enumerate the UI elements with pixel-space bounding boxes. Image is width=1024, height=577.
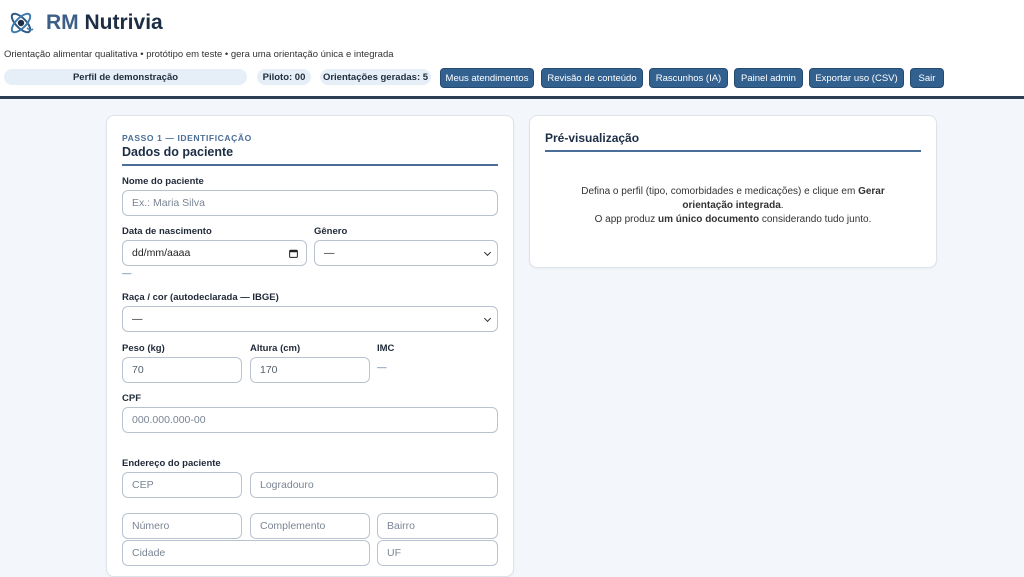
cpf-input[interactable]: 000.000.000-00 bbox=[122, 407, 498, 433]
height-input[interactable]: 170 bbox=[250, 357, 370, 383]
birth-date-label: Data de nascimento bbox=[122, 226, 212, 237]
preview-text-2: . bbox=[780, 200, 784, 211]
logout-button[interactable]: Sair bbox=[910, 68, 944, 88]
patient-form-card: PASSO 1 — IDENTIFICAÇÃO Dados do pacient… bbox=[106, 115, 514, 577]
brand-prefix: RM bbox=[46, 11, 79, 34]
chevron-down-icon bbox=[483, 314, 492, 323]
export-csv-button[interactable]: Exportar uso (CSV) bbox=[809, 68, 904, 88]
birth-date-value: dd/mm/aaaa bbox=[132, 247, 191, 259]
app-title: RM Nutrivia bbox=[46, 11, 163, 35]
patient-name-input[interactable]: Ex.: Maria Silva bbox=[122, 190, 498, 216]
calendar-icon[interactable] bbox=[289, 249, 298, 258]
generated-count-chip: Orientações geradas: 5 bbox=[320, 69, 431, 85]
gender-label: Gênero bbox=[314, 226, 348, 237]
number-input[interactable]: Número bbox=[122, 513, 242, 539]
atom-logo-icon bbox=[10, 12, 34, 34]
preview-text-3: O app produz bbox=[594, 214, 658, 225]
content-review-button[interactable]: Revisão de conteúdo bbox=[541, 68, 643, 88]
preview-text-4: considerando tudo junto. bbox=[759, 214, 872, 225]
race-value: — bbox=[132, 313, 143, 325]
gender-value: — bbox=[324, 247, 335, 259]
section-divider bbox=[122, 164, 498, 166]
preview-divider bbox=[545, 150, 921, 152]
preview-message: Defina o perfil (tipo, comorbidades e me… bbox=[560, 185, 906, 227]
brand: RM Nutrivia bbox=[6, 8, 163, 38]
preview-title: Pré-visualização bbox=[545, 131, 640, 145]
address-label: Endereço do paciente bbox=[122, 458, 221, 469]
district-input[interactable]: Bairro bbox=[377, 513, 498, 539]
bmi-label: IMC bbox=[377, 343, 395, 354]
brand-name: Nutrivia bbox=[84, 11, 163, 34]
my-attendances-button[interactable]: Meus atendimentos bbox=[440, 68, 534, 88]
name-label: Nome do paciente bbox=[122, 176, 204, 187]
preview-card: Pré-visualização Defina o perfil (tipo, … bbox=[529, 115, 937, 268]
gender-select[interactable]: — bbox=[314, 240, 498, 266]
pilot-chip: Piloto: 00 bbox=[257, 69, 311, 85]
height-label: Altura (cm) bbox=[250, 343, 301, 354]
step-label: PASSO 1 — IDENTIFICAÇÃO bbox=[122, 133, 252, 143]
drafts-ai-button[interactable]: Rascunhos (IA) bbox=[649, 68, 728, 88]
race-label: Raça / cor (autodeclarada — IBGE) bbox=[122, 292, 279, 303]
street-input[interactable]: Logradouro bbox=[250, 472, 498, 498]
section-title: Dados do paciente bbox=[122, 145, 234, 159]
profile-badge: Perfil de demonstração bbox=[4, 69, 247, 85]
city-input[interactable]: Cidade bbox=[122, 540, 370, 566]
state-input[interactable]: UF bbox=[377, 540, 498, 566]
tagline: Orientação alimentar qualitativa • protó… bbox=[4, 49, 394, 60]
admin-panel-button[interactable]: Painel admin bbox=[734, 68, 803, 88]
preview-text-1: Defina o perfil (tipo, comorbidades e me… bbox=[581, 186, 859, 197]
cpf-label: CPF bbox=[122, 393, 141, 404]
weight-input[interactable]: 70 bbox=[122, 357, 242, 383]
age-readout: — bbox=[122, 268, 132, 279]
race-select[interactable]: — bbox=[122, 306, 498, 332]
preview-text-emphasis-2: um único documento bbox=[657, 214, 760, 225]
app-header: RM Nutrivia Orientação alimentar qualita… bbox=[0, 0, 1024, 99]
complement-input[interactable]: Complemento bbox=[250, 513, 370, 539]
weight-label: Peso (kg) bbox=[122, 343, 165, 354]
birth-date-input[interactable]: dd/mm/aaaa bbox=[122, 240, 307, 266]
bmi-value: — bbox=[377, 362, 387, 373]
chevron-down-icon bbox=[483, 248, 492, 257]
cep-input[interactable]: CEP bbox=[122, 472, 242, 498]
